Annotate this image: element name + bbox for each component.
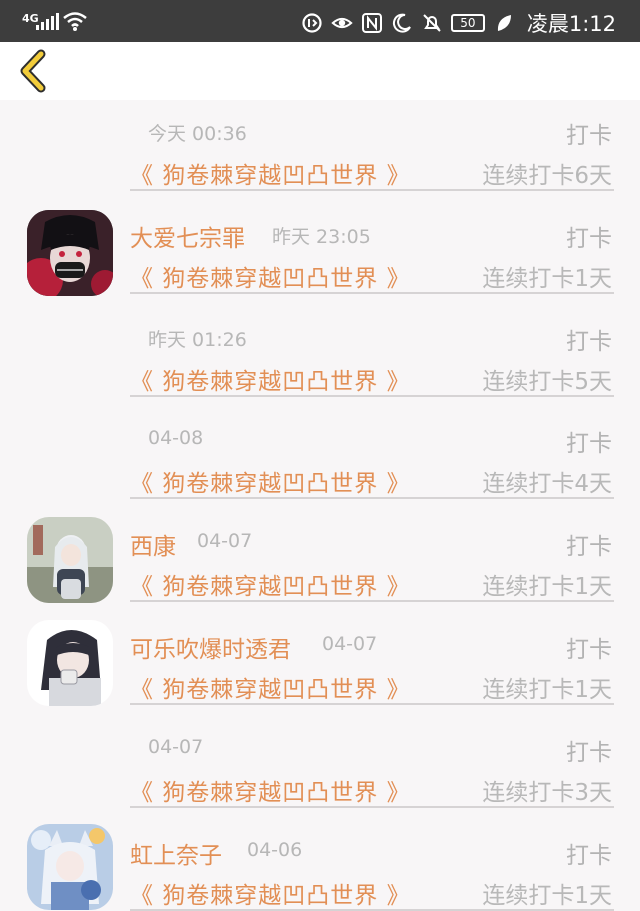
user-name[interactable]: 大爱七宗罪 [130, 219, 245, 253]
battery-icon: 50 [450, 14, 485, 32]
list-item[interactable]: 可乐吹爆时透君 04-07 打卡 《 狗卷棘穿越凹凸世界 》 连续打卡1天 [0, 614, 640, 717]
checkin-label: 打卡 [566, 226, 612, 252]
avatar[interactable] [27, 824, 113, 910]
data-saver-icon [302, 13, 322, 33]
user-name[interactable]: 虹上奈子 [130, 836, 222, 870]
streak-label: 连续打卡3天 [482, 780, 612, 806]
streak-label: 连续打卡4天 [482, 471, 612, 497]
streak-label: 连续打卡6天 [482, 163, 612, 189]
time-label: 04-06 [247, 839, 303, 861]
divider [130, 806, 614, 808]
status-bar: 4G 50 凌晨1:12 [0, 0, 640, 42]
mute-bell-icon [423, 14, 441, 32]
book-title[interactable]: 《 狗卷棘穿越凹凸世界 》 [130, 259, 411, 293]
list-item[interactable]: 04-07 打卡 《 狗卷棘穿越凹凸世界 》 连续打卡3天 [0, 717, 640, 820]
streak-label: 连续打卡1天 [482, 677, 612, 703]
streak-label: 连续打卡1天 [482, 883, 612, 909]
book-title[interactable]: 《 狗卷棘穿越凹凸世界 》 [130, 464, 411, 498]
checkin-label: 打卡 [566, 637, 612, 663]
time-label: 昨天 01:26 [148, 329, 247, 351]
checkin-label: 打卡 [566, 534, 612, 560]
book-title[interactable]: 《 狗卷棘穿越凹凸世界 》 [130, 156, 411, 190]
list-item[interactable]: 大爱七宗罪 昨天 23:05 打卡 《 狗卷棘穿越凹凸世界 》 连续打卡1天 [0, 203, 640, 306]
checkin-label: 打卡 [566, 431, 612, 457]
avatar[interactable] [27, 210, 113, 296]
book-title[interactable]: 《 狗卷棘穿越凹凸世界 》 [130, 773, 411, 807]
checkin-label: 打卡 [566, 740, 612, 766]
streak-label: 连续打卡1天 [482, 266, 612, 292]
avatar[interactable] [27, 517, 113, 603]
list-item[interactable]: 昨天 01:26 打卡 《 狗卷棘穿越凹凸世界 》 连续打卡5天 [0, 306, 640, 409]
book-title[interactable]: 《 狗卷棘穿越凹凸世界 》 [130, 362, 411, 396]
divider [130, 292, 614, 294]
wifi-icon [63, 12, 87, 31]
book-title[interactable]: 《 狗卷棘穿越凹凸世界 》 [130, 876, 411, 910]
list-item[interactable]: 04-08 打卡 《 狗卷棘穿越凹凸世界 》 连续打卡4天 [0, 408, 640, 511]
avatar[interactable] [27, 620, 113, 706]
book-title[interactable]: 《 狗卷棘穿越凹凸世界 》 [130, 567, 411, 601]
streak-label: 连续打卡1天 [482, 574, 612, 600]
list-item[interactable]: 今天 00:36 打卡 《 狗卷棘穿越凹凸世界 》 连续打卡6天 [0, 100, 640, 203]
time-label: 04-08 [148, 427, 204, 449]
divider [130, 703, 614, 705]
back-button[interactable] [14, 48, 56, 94]
status-clock: 凌晨1:12 [526, 12, 616, 36]
list-item[interactable]: 西康 04-07 打卡 《 狗卷棘穿越凹凸世界 》 连续打卡1天 [0, 511, 640, 614]
signal-icon [36, 12, 59, 30]
chevron-left-icon [20, 49, 46, 93]
nfc-icon [361, 13, 382, 33]
time-label: 04-07 [197, 530, 253, 552]
time-label: 今天 00:36 [148, 123, 247, 145]
divider [130, 497, 614, 499]
book-title[interactable]: 《 狗卷棘穿越凹凸世界 》 [130, 670, 411, 704]
user-name[interactable]: 西康 [130, 527, 176, 561]
leaf-icon [497, 15, 511, 31]
checkin-label: 打卡 [566, 329, 612, 355]
streak-label: 连续打卡5天 [482, 369, 612, 395]
user-name[interactable]: 可乐吹爆时透君 [130, 630, 291, 664]
divider [130, 600, 614, 602]
time-label: 04-07 [322, 633, 378, 655]
moon-icon [392, 13, 411, 33]
time-label: 04-07 [148, 736, 204, 758]
divider [130, 395, 614, 397]
checkin-label: 打卡 [566, 843, 612, 869]
nav-bar [0, 42, 640, 100]
time-label: 昨天 23:05 [272, 226, 371, 248]
eye-icon [331, 17, 353, 29]
divider [130, 189, 614, 191]
list-item[interactable]: 虹上奈子 04-06 打卡 《 狗卷棘穿越凹凸世界 》 连续打卡1天 [0, 820, 640, 911]
checkin-label: 打卡 [566, 123, 612, 149]
